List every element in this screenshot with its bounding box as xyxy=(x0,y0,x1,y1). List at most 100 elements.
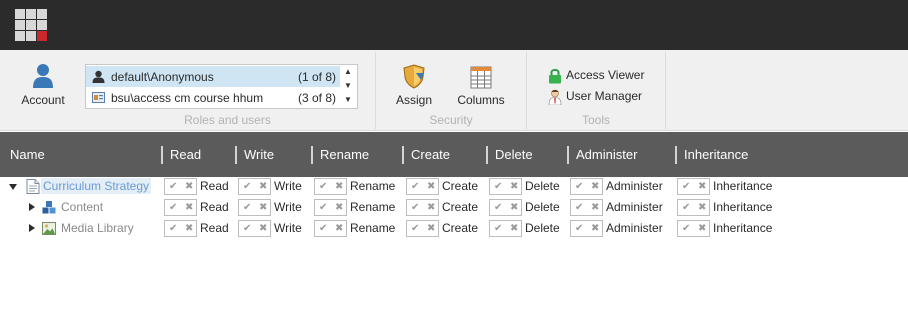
allow-check-icon[interactable]: ✔ xyxy=(411,221,419,236)
deny-x-icon[interactable]: ✖ xyxy=(698,200,706,215)
allow-check-icon[interactable]: ✔ xyxy=(494,200,502,215)
deny-x-icon[interactable]: ✖ xyxy=(185,200,193,215)
allow-check-icon[interactable]: ✔ xyxy=(411,200,419,215)
allow-check-icon[interactable]: ✔ xyxy=(319,221,327,236)
column-header-rename[interactable]: Rename xyxy=(320,132,369,177)
column-header-delete[interactable]: Delete xyxy=(495,132,533,177)
scroll-up-icon[interactable]: ▲ xyxy=(339,65,357,79)
permission-toggle[interactable]: ✔ ✖ xyxy=(677,220,710,237)
roles-users-list[interactable]: default\Anonymous (1 of 8) bsu\access cm… xyxy=(85,64,358,109)
allow-check-icon[interactable]: ✔ xyxy=(575,179,583,194)
deny-x-icon[interactable]: ✖ xyxy=(335,221,343,236)
deny-x-icon[interactable]: ✖ xyxy=(259,179,267,194)
deny-x-icon[interactable]: ✖ xyxy=(591,200,599,215)
table-row[interactable]: Curriculum Strategy ✔ ✖ Read ✔ ✖ Write ✔ ✖ Ren… xyxy=(0,176,908,197)
column-divider[interactable] xyxy=(402,146,404,164)
permission-toggle[interactable]: ✔ ✖ xyxy=(164,220,197,237)
permission-toggle[interactable]: ✔ ✖ xyxy=(677,199,710,216)
list-item-role-access-cm[interactable]: bsu\access cm course hhum (3 of 8) xyxy=(86,87,340,108)
allow-check-icon[interactable]: ✔ xyxy=(169,221,177,236)
allow-check-icon[interactable]: ✔ xyxy=(243,179,251,194)
allow-check-icon[interactable]: ✔ xyxy=(319,179,327,194)
deny-x-icon[interactable]: ✖ xyxy=(335,179,343,194)
scroll-down-icon[interactable]: ▼ xyxy=(339,93,357,107)
collapse-arrow-icon[interactable] xyxy=(9,184,17,190)
allow-check-icon[interactable]: ✔ xyxy=(575,221,583,236)
column-divider[interactable] xyxy=(567,146,569,164)
column-header-inheritance[interactable]: Inheritance xyxy=(684,132,748,177)
item-name[interactable]: Curriculum Strategy xyxy=(41,178,152,194)
deny-x-icon[interactable]: ✖ xyxy=(510,221,518,236)
item-name[interactable]: Media Library xyxy=(61,221,134,235)
allow-check-icon[interactable]: ✔ xyxy=(682,221,690,236)
access-viewer-button[interactable]: Access Viewer xyxy=(548,68,644,84)
allow-check-icon[interactable]: ✔ xyxy=(494,221,502,236)
permission-toggle[interactable]: ✔ ✖ xyxy=(314,178,347,195)
deny-x-icon[interactable]: ✖ xyxy=(510,179,518,194)
permission-toggle[interactable]: ✔ ✖ xyxy=(164,178,197,195)
user-manager-button[interactable]: User Manager xyxy=(548,89,642,105)
deny-x-icon[interactable]: ✖ xyxy=(185,179,193,194)
allow-check-icon[interactable]: ✔ xyxy=(169,200,177,215)
column-header-read[interactable]: Read xyxy=(170,132,201,177)
column-divider[interactable] xyxy=(235,146,237,164)
allow-check-icon[interactable]: ✔ xyxy=(319,200,327,215)
deny-x-icon[interactable]: ✖ xyxy=(427,179,435,194)
allow-check-icon[interactable]: ✔ xyxy=(411,179,419,194)
allow-check-icon[interactable]: ✔ xyxy=(169,179,177,194)
allow-check-icon[interactable]: ✔ xyxy=(575,200,583,215)
permission-toggle[interactable]: ✔ ✖ xyxy=(570,199,603,216)
allow-check-icon[interactable]: ✔ xyxy=(243,200,251,215)
assign-button[interactable]: Assign xyxy=(392,64,436,107)
item-name[interactable]: Content xyxy=(61,200,103,214)
permission-toggle[interactable]: ✔ ✖ xyxy=(238,220,271,237)
permission-toggle[interactable]: ✔ ✖ xyxy=(406,199,439,216)
permission-toggle[interactable]: ✔ ✖ xyxy=(570,178,603,195)
deny-x-icon[interactable]: ✖ xyxy=(427,221,435,236)
table-row[interactable]: Content ✔ ✖ Read ✔ ✖ Write ✔ ✖ Rename ✔ ✖ Create… xyxy=(0,197,908,218)
permission-toggle[interactable]: ✔ ✖ xyxy=(489,178,522,195)
list-scrollbar[interactable]: ▲ ▼ ▼ xyxy=(339,65,357,108)
deny-x-icon[interactable]: ✖ xyxy=(259,221,267,236)
deny-x-icon[interactable]: ✖ xyxy=(591,221,599,236)
allow-check-icon[interactable]: ✔ xyxy=(682,179,690,194)
expand-arrow-icon[interactable] xyxy=(29,224,35,232)
column-header-administer[interactable]: Administer xyxy=(576,132,637,177)
list-item-user-anonymous[interactable]: default\Anonymous (1 of 8) xyxy=(86,66,340,87)
permission-toggle[interactable]: ✔ ✖ xyxy=(489,199,522,216)
permission-toggle[interactable]: ✔ ✖ xyxy=(314,220,347,237)
deny-x-icon[interactable]: ✖ xyxy=(185,221,193,236)
column-divider[interactable] xyxy=(486,146,488,164)
permission-toggle[interactable]: ✔ ✖ xyxy=(314,199,347,216)
scroll-next-icon[interactable]: ▼ xyxy=(339,79,357,93)
column-header-name[interactable]: Name xyxy=(10,132,45,177)
permission-toggle[interactable]: ✔ ✖ xyxy=(570,220,603,237)
deny-x-icon[interactable]: ✖ xyxy=(698,221,706,236)
allow-check-icon[interactable]: ✔ xyxy=(494,179,502,194)
deny-x-icon[interactable]: ✖ xyxy=(698,179,706,194)
account-button[interactable]: Account xyxy=(14,63,72,107)
app-grid-logo-icon[interactable] xyxy=(15,9,48,42)
allow-check-icon[interactable]: ✔ xyxy=(682,200,690,215)
deny-x-icon[interactable]: ✖ xyxy=(591,179,599,194)
column-divider[interactable] xyxy=(675,146,677,164)
allow-check-icon[interactable]: ✔ xyxy=(243,221,251,236)
column-header-write[interactable]: Write xyxy=(244,132,274,177)
column-divider[interactable] xyxy=(311,146,313,164)
permission-toggle[interactable]: ✔ ✖ xyxy=(238,199,271,216)
permission-toggle[interactable]: ✔ ✖ xyxy=(489,220,522,237)
deny-x-icon[interactable]: ✖ xyxy=(259,200,267,215)
permission-toggle[interactable]: ✔ ✖ xyxy=(164,199,197,216)
permission-toggle[interactable]: ✔ ✖ xyxy=(677,178,710,195)
deny-x-icon[interactable]: ✖ xyxy=(510,200,518,215)
columns-button[interactable]: Columns xyxy=(453,66,509,107)
table-row[interactable]: Media Library ✔ ✖ Read ✔ ✖ Write ✔ ✖ Rename ✔ ✖… xyxy=(0,218,908,239)
permission-toggle[interactable]: ✔ ✖ xyxy=(238,178,271,195)
expand-arrow-icon[interactable] xyxy=(29,203,35,211)
column-divider[interactable] xyxy=(161,146,163,164)
column-header-create[interactable]: Create xyxy=(411,132,450,177)
deny-x-icon[interactable]: ✖ xyxy=(335,200,343,215)
permission-toggle[interactable]: ✔ ✖ xyxy=(406,220,439,237)
deny-x-icon[interactable]: ✖ xyxy=(427,200,435,215)
permission-toggle[interactable]: ✔ ✖ xyxy=(406,178,439,195)
